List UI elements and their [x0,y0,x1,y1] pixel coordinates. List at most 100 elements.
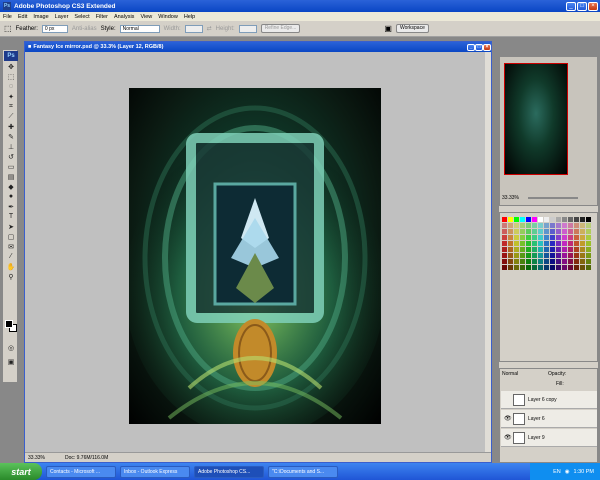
height-input[interactable] [238,24,257,33]
start-button[interactable]: start [0,463,42,480]
doc-close-button[interactable]: × [483,43,491,51]
color-swatch[interactable] [550,229,555,234]
color-swatch[interactable] [520,247,525,252]
color-swatch[interactable] [550,241,555,246]
color-swatch[interactable] [538,253,543,258]
color-swatch[interactable] [526,241,531,246]
style-select[interactable]: Normal [119,24,160,33]
foreground-color-swatch[interactable] [5,320,13,328]
maximize-button[interactable]: □ [577,1,587,11]
color-swatch[interactable] [538,223,543,228]
pen-tool-icon[interactable]: ✒ [5,202,17,211]
color-swatch[interactable] [520,259,525,264]
color-swatch[interactable] [544,223,549,228]
color-swatch[interactable] [574,265,579,270]
color-swatch[interactable] [556,229,561,234]
color-swatch[interactable] [586,223,591,228]
color-swatch[interactable] [544,247,549,252]
color-swatch[interactable] [550,265,555,270]
eye-icon[interactable]: 👁 [504,415,512,422]
color-swatch[interactable] [562,217,567,222]
color-swatch[interactable] [538,259,543,264]
task-explorer[interactable]: "C:\Documents and S... [268,465,338,478]
menu-view[interactable]: View [140,14,152,20]
marquee-tool-icon[interactable]: ⬚ [4,24,12,33]
shape-tool-icon[interactable]: ▢ [5,232,17,241]
eraser-tool-icon[interactable]: ▭ [5,162,17,171]
gradient-tool-icon[interactable]: ▤ [5,172,17,181]
color-swatch[interactable] [514,241,519,246]
color-swatch[interactable] [508,253,513,258]
menu-help[interactable]: Help [184,14,195,20]
color-swatch[interactable] [586,235,591,240]
color-swatch[interactable] [508,223,513,228]
brush-tool-icon[interactable]: ✎ [5,132,17,141]
color-swatch[interactable] [574,259,579,264]
slice-tool-icon[interactable]: ⟋ [5,112,17,121]
color-swatch[interactable] [508,247,513,252]
eyedropper-icon[interactable]: ⁄ [5,252,17,261]
antialias-checkbox[interactable]: Anti-alias [72,26,97,32]
color-swatch[interactable] [586,265,591,270]
color-swatch[interactable] [502,229,507,234]
color-swatch[interactable] [550,235,555,240]
color-swatch[interactable] [574,229,579,234]
color-swatch[interactable] [562,229,567,234]
color-swatch[interactable] [544,241,549,246]
color-swatch[interactable] [544,265,549,270]
dodge-tool-icon[interactable]: ● [5,192,17,201]
color-swatch[interactable] [562,247,567,252]
task-outlook[interactable]: Inbox - Outlook Express [120,465,190,478]
color-swatch[interactable] [556,235,561,240]
menu-file[interactable]: File [3,14,12,20]
color-swatch[interactable] [556,259,561,264]
color-swatch[interactable] [502,217,507,222]
color-swatch[interactable] [562,223,567,228]
task-photoshop[interactable]: Adobe Photoshop CS... [194,465,264,478]
color-swatch[interactable] [574,235,579,240]
color-swatch[interactable] [556,265,561,270]
color-swatch[interactable] [532,235,537,240]
blend-mode-select[interactable]: Normal [502,371,518,377]
color-swatch[interactable] [538,217,543,222]
color-swatch[interactable] [586,247,591,252]
color-swatch[interactable] [508,217,513,222]
color-swatch[interactable] [520,217,525,222]
color-swatch[interactable] [538,247,543,252]
color-swatch[interactable] [580,223,585,228]
refine-edge-button[interactable]: Refine Edge... [260,24,301,33]
color-swatch[interactable] [580,217,585,222]
color-swatch[interactable] [556,217,561,222]
color-swatch[interactable] [532,247,537,252]
lasso-tool-icon[interactable]: ◌ [5,82,17,91]
width-input[interactable] [184,24,203,33]
stamp-tool-icon[interactable]: ⊥ [5,142,17,151]
navigator-zoom[interactable]: 33.33% [502,195,519,201]
color-swatch[interactable] [544,217,549,222]
menu-filter[interactable]: Filter [96,14,108,20]
color-swatch[interactable] [526,235,531,240]
color-swatch[interactable] [556,241,561,246]
color-swatch[interactable] [568,253,573,258]
color-swatch[interactable] [580,253,585,258]
color-swatch[interactable] [514,259,519,264]
tray-icon[interactable]: ◉ [565,469,570,475]
color-swatch[interactable] [508,235,513,240]
color-swatch[interactable] [556,247,561,252]
menu-edit[interactable]: Edit [18,14,27,20]
color-swatch[interactable] [550,253,555,258]
doc-info[interactable]: Doc: 9.76M/116.0M [65,455,108,461]
marquee-tool-icon[interactable]: ⬚ [5,72,17,81]
color-swatch[interactable] [562,253,567,258]
color-swatch[interactable] [502,259,507,264]
color-swatch[interactable] [526,217,531,222]
color-swatch[interactable] [580,265,585,270]
color-swatch[interactable] [514,229,519,234]
color-swatch[interactable] [544,253,549,258]
color-swatch[interactable] [568,223,573,228]
swatch-grid[interactable] [502,217,591,270]
color-swatch[interactable] [502,235,507,240]
type-tool-icon[interactable]: T [5,212,17,221]
color-swatch[interactable] [514,217,519,222]
color-swatch[interactable] [502,265,507,270]
